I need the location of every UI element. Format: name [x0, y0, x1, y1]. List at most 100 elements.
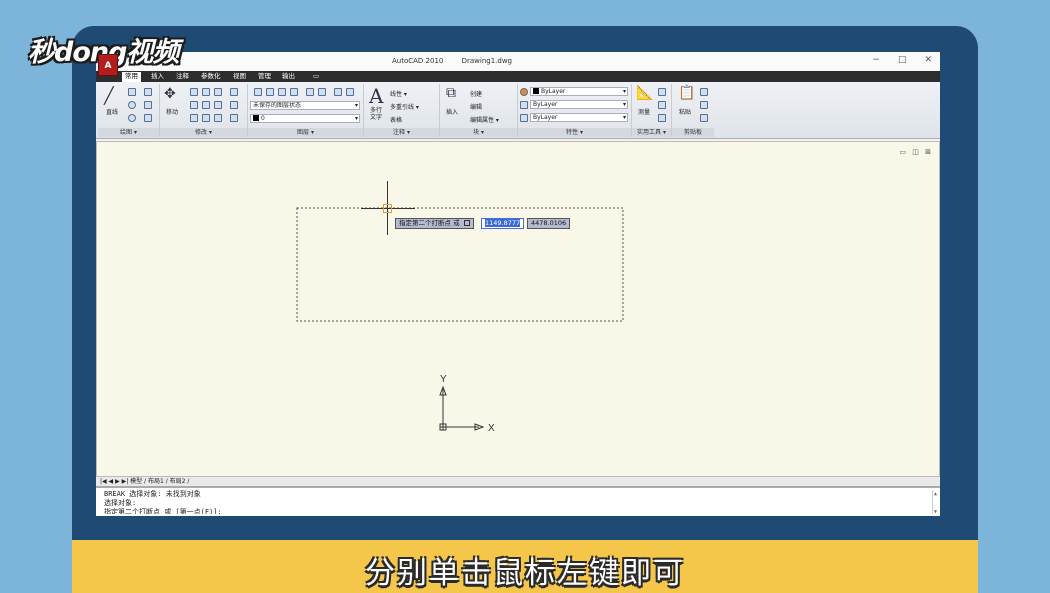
fillet-icon[interactable] — [190, 101, 198, 109]
arc-icon[interactable] — [144, 88, 152, 96]
lineweight-combo[interactable]: ByLayer — [530, 113, 628, 122]
layer-match-icon[interactable] — [266, 88, 274, 96]
color-combo[interactable]: ByLayer — [530, 87, 628, 96]
create-block-button[interactable]: 创建 — [470, 89, 482, 98]
panel-draw: ╱ 直线 绘图 ▾ — [98, 84, 160, 137]
quick-select-icon[interactable] — [658, 88, 666, 96]
paste-icon[interactable]: 📋 — [678, 85, 695, 101]
layer-properties-icon[interactable] — [254, 88, 262, 96]
drawing-area[interactable]: ▭ ◫ ⊠ Y X 指定第二个打断点 或 1149.8777 4478.0106 — [96, 141, 940, 477]
lineweight-value: ByLayer — [533, 114, 558, 121]
layer-lock-icon[interactable] — [334, 88, 342, 96]
panel-clipboard-label[interactable]: 剪贴板 — [672, 128, 714, 137]
panel-block-label[interactable]: 块 ▾ — [440, 128, 517, 137]
mtext-icon[interactable]: A — [369, 84, 383, 108]
title-bar: A AutoCAD 2010 Drawing1.dwg − □ ✕ — [96, 52, 940, 76]
command-scrollbar[interactable]: ▲ ▼ — [932, 490, 938, 515]
layer-color-swatch — [253, 115, 259, 121]
layer-unlock-icon[interactable] — [346, 88, 354, 96]
ribbon-tabs: 常用 插入 注释 参数化 视图 管理 输出 ▭ — [96, 71, 940, 82]
mirror-icon[interactable] — [230, 88, 238, 96]
rotate-icon[interactable] — [190, 88, 198, 96]
layer-off-icon[interactable] — [306, 88, 314, 96]
offset-icon[interactable] — [214, 114, 222, 122]
dynamic-input-x[interactable]: 1149.8777 — [481, 218, 525, 229]
erase-icon[interactable] — [190, 114, 198, 122]
array-icon[interactable] — [230, 101, 238, 109]
stretch-icon[interactable] — [202, 101, 210, 109]
panel-properties: ByLayer ByLayer ByLayer 特性 ▾ — [518, 84, 632, 137]
window-title: AutoCAD 2010 Drawing1.dwg — [392, 57, 528, 65]
command-line[interactable]: BREAK 选择对象: 未找到对象 选择对象: 指定第二个打断点 或 [第一点(… — [96, 487, 940, 516]
current-layer-combo[interactable]: 0 — [250, 114, 360, 123]
close-button[interactable]: ✕ — [924, 55, 932, 65]
trim-icon[interactable] — [202, 88, 210, 96]
mtext-label: 多行 文字 — [370, 107, 383, 121]
ellipse-icon[interactable] — [128, 114, 136, 122]
measure-icon[interactable]: 📐 — [636, 85, 653, 101]
match-properties-icon[interactable] — [700, 114, 708, 122]
ribbon-minimize-icon[interactable]: ▭ — [310, 72, 322, 82]
panel-layers-label[interactable]: 图层 ▾ — [248, 128, 363, 137]
copy-icon[interactable] — [214, 88, 222, 96]
coordinate-x-value: 1149.8777 — [485, 219, 521, 227]
layout-tabs[interactable]: |◀ ◀ ▶ ▶| 模型 ∕ 布局1 ∕ 布局2 ∕ — [96, 477, 940, 487]
tab-annotate[interactable]: 注释 — [173, 72, 192, 82]
tab-view[interactable]: 视图 — [230, 72, 249, 82]
layer-iso-icon[interactable] — [290, 88, 298, 96]
app-name: AutoCAD 2010 — [392, 57, 444, 65]
rectangle-icon[interactable] — [144, 101, 152, 109]
file-name: Drawing1.dwg — [461, 57, 512, 65]
break-icon[interactable] — [230, 114, 238, 122]
panel-utilities-label[interactable]: 实用工具 ▾ — [632, 128, 671, 137]
calculator-icon[interactable] — [658, 101, 666, 109]
insert-block-icon[interactable]: ⧉ — [446, 85, 456, 101]
paste-label: 粘贴 — [679, 109, 692, 116]
tab-home[interactable]: 常用 — [122, 72, 141, 82]
tab-parametric[interactable]: 参数化 — [198, 72, 224, 82]
edit-attributes-button[interactable]: 编辑属性 ▾ — [470, 115, 499, 124]
move-label: 移动 — [166, 109, 179, 116]
hatch-icon[interactable] — [144, 114, 152, 122]
cut-icon[interactable] — [700, 88, 708, 96]
drawing-svg: Y X — [296, 207, 624, 434]
circle-icon[interactable] — [128, 101, 136, 109]
command-history-line-2: 选择对象: — [104, 499, 137, 507]
panel-properties-label[interactable]: 特性 ▾ — [518, 128, 631, 137]
layer-previous-icon[interactable] — [278, 88, 286, 96]
move-icon[interactable]: ✥ — [164, 86, 176, 102]
panel-layers: 未保存的图层状态 0 图层 ▾ — [248, 84, 364, 137]
dynamic-input-y[interactable]: 4478.0106 — [527, 218, 571, 229]
line-icon[interactable]: ╱ — [104, 86, 114, 105]
current-layer-name: 0 — [261, 115, 265, 122]
panel-modify-label[interactable]: 修改 ▾ — [160, 128, 247, 137]
line-label: 直线 — [106, 109, 119, 116]
panel-utilities: 📐 测量 实用工具 ▾ — [632, 84, 672, 137]
minimize-button[interactable]: − — [872, 55, 880, 65]
layer-state-combo[interactable]: 未保存的图层状态 — [250, 101, 360, 110]
panel-draw-label[interactable]: 绘图 ▾ — [98, 128, 159, 137]
table-button[interactable]: 表格 — [390, 115, 402, 124]
panel-block: ⧉ 插入 创建 编辑 编辑属性 ▾ 块 ▾ — [440, 84, 518, 137]
id-point-icon[interactable] — [658, 114, 666, 122]
panel-annotation-label[interactable]: 注释 ▾ — [364, 128, 439, 137]
linear-dimension-button[interactable]: 线性 ▾ — [390, 89, 407, 98]
polyline-icon[interactable] — [128, 88, 136, 96]
edit-block-button[interactable]: 编辑 — [470, 102, 482, 111]
autocad-app-button[interactable]: A — [98, 54, 118, 76]
maximize-button[interactable]: □ — [898, 55, 907, 65]
copy-clip-icon[interactable] — [700, 101, 708, 109]
tab-manage[interactable]: 管理 — [255, 72, 274, 82]
layer-freeze-icon[interactable] — [318, 88, 326, 96]
subtitle-caption: 分别单击鼠标左键即可 — [365, 556, 685, 591]
tab-insert[interactable]: 插入 — [148, 72, 167, 82]
command-current-line: 指定第二个打断点 或 [第一点(F)]: — [104, 508, 222, 514]
linetype-combo[interactable]: ByLayer — [530, 100, 628, 109]
scale-icon[interactable] — [214, 101, 222, 109]
explode-icon[interactable] — [202, 114, 210, 122]
window-controls: − □ ✕ — [872, 55, 932, 65]
ucs-x-label: X — [488, 423, 495, 434]
mleader-button[interactable]: 多重引线 ▾ — [390, 102, 419, 111]
tab-output[interactable]: 输出 — [279, 72, 298, 82]
options-down-icon[interactable] — [463, 220, 470, 226]
